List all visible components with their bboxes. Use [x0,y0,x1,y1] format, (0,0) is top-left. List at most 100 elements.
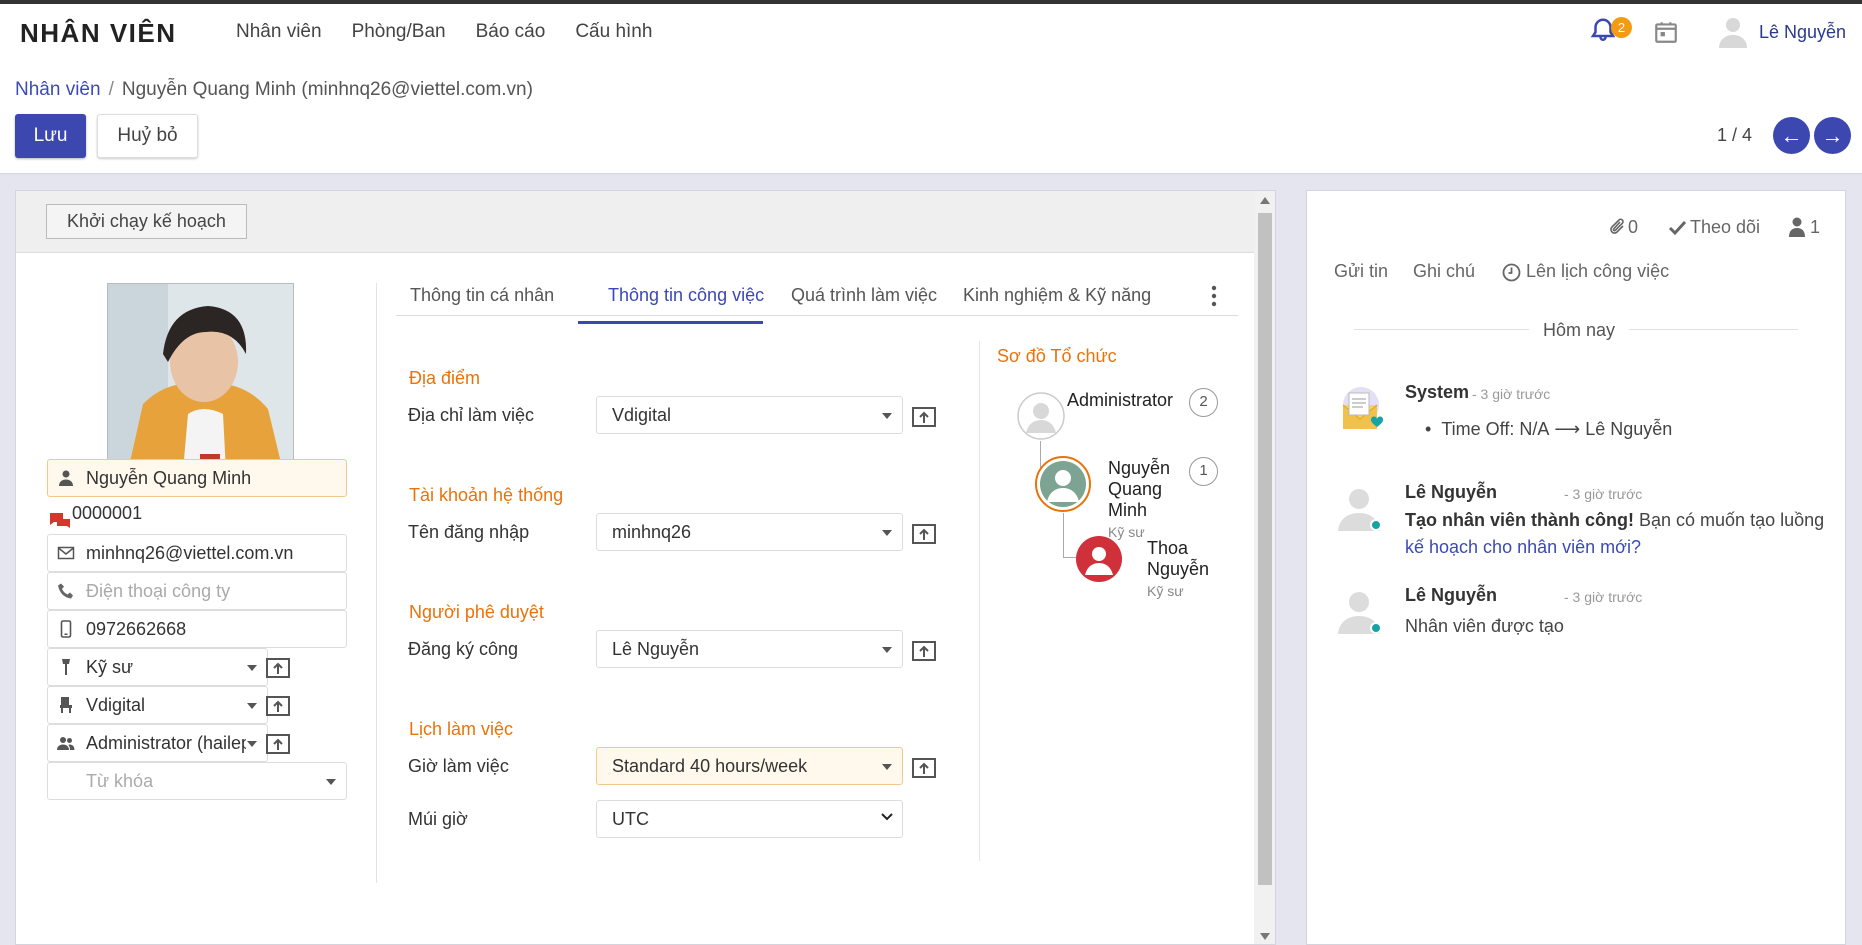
message-link[interactable]: kế hoạch cho nhân viên mới? [1405,537,1641,557]
more-vertical-icon[interactable] [1211,285,1217,307]
employee-department: Vdigital [86,695,146,715]
menu-reports[interactable]: Báo cáo [476,21,546,43]
employee-name-field[interactable]: Nguyễn Quang Minh [47,459,347,497]
follower-count[interactable]: 1 [1810,217,1820,238]
menu-employees[interactable]: Nhân viên [236,21,322,43]
tab-work-info[interactable]: Thông tin công việc [608,285,764,306]
org-subordinate-name[interactable]: Thoa Nguyễn [1147,538,1209,580]
message-time: - 3 giờ trước [1564,589,1643,605]
mobile-icon [60,620,72,638]
send-message-button[interactable]: Gửi tin [1334,261,1388,282]
employee-name: Nguyễn Quang Minh [86,468,252,488]
org-chart-title: Sơ đồ Tổ chức [997,346,1117,366]
working-hours-value: Standard 40 hours/week [612,756,808,776]
breadcrumb-current: Nguyễn Quang Minh (minhnq26@viettel.com.… [121,79,533,100]
org-subordinate-job: Kỹ sư [1147,583,1184,599]
department-select[interactable]: Vdigital [47,686,268,724]
user-avatar-icon[interactable] [1716,14,1750,48]
external-link-icon[interactable] [911,521,937,545]
external-link-icon[interactable] [265,731,291,755]
column-divider [376,283,377,883]
cancel-button[interactable]: Huỷ bỏ [97,114,198,158]
tags-select[interactable]: Từ khóa [47,762,347,800]
section-system-account: Tài khoản hệ thống [409,485,564,505]
menu-departments[interactable]: Phòng/Ban [352,21,446,43]
employee-photo[interactable] [107,283,294,470]
login-select[interactable]: minhnq26 [596,513,903,551]
message-author[interactable]: Lê Nguyễn [1405,585,1497,606]
working-hours-label: Giờ làm việc [408,756,509,776]
save-button[interactable]: Lưu [15,114,86,158]
pager-previous-button[interactable]: ← [1773,117,1810,154]
tab-skills[interactable]: Kinh nghiệm & Kỹ năng [963,285,1151,306]
message-author[interactable]: Lê Nguyễn [1405,482,1497,503]
email-field[interactable]: minhnq26@viettel.com.vn [47,534,347,572]
job-position-select[interactable]: Kỹ sư [47,648,268,686]
timezone-select[interactable]: UTC [596,800,903,838]
chevron-down-icon [882,647,892,653]
working-hours-select[interactable]: Standard 40 hours/week [596,747,903,785]
menu-configuration[interactable]: Cấu hình [575,21,652,43]
launch-plan-button[interactable]: Khởi chạy kế hoạch [46,204,247,239]
arrow-right-icon: → [1821,123,1844,148]
tags-placeholder: Từ khóa [86,771,154,791]
top-navbar: NHÂN VIÊN Nhân viên Phòng/Ban Báo cáo Cấ… [0,0,1862,62]
work-address-select[interactable]: Vdigital [596,396,903,434]
log-note-button[interactable]: Ghi chú [1413,261,1475,282]
work-address-value: Vdigital [612,405,672,425]
tracking-value: • Time Off: N/A ⟶ Lê Nguyễn [1425,419,1673,439]
work-phone-field[interactable]: Điện thoại công ty [47,572,347,610]
schedule-activity-button[interactable]: Lên lịch công việc [1526,261,1669,282]
org-self-name[interactable]: Nguyễn Quang Minh [1108,458,1170,521]
attachment-count[interactable]: 0 [1628,217,1638,238]
external-link-icon[interactable] [265,655,291,679]
message-author[interactable]: System [1405,382,1469,403]
follow-button[interactable]: Theo dõi [1690,217,1760,238]
message-time: - 3 giờ trước [1564,486,1643,502]
mobile-phone-field[interactable]: 0972662668 [47,610,347,648]
self-avatar[interactable] [1034,455,1092,513]
calendar-icon[interactable] [1653,19,1679,45]
message-time: - 3 giờ trước [1472,386,1551,402]
tab-personal-info[interactable]: Thông tin cá nhân [410,285,554,306]
date-separator-label: Hôm nay [1529,320,1629,341]
org-connector [1063,513,1064,557]
tab-work-history[interactable]: Quá trình làm việc [791,285,937,306]
subordinate-avatar[interactable] [1075,535,1123,583]
login-value: minhnq26 [612,522,692,542]
system-envelope-icon [1342,387,1383,429]
paperclip-icon[interactable] [1609,217,1627,237]
user-icon [59,470,73,486]
scroll-down-icon[interactable] [1260,933,1270,940]
attendance-select[interactable]: Lê Nguyễn [596,630,903,668]
scroll-up-icon[interactable] [1260,197,1270,204]
breadcrumb: Nhân viên / Nguyễn Quang Minh (minhnq26@vi… [15,79,533,101]
section-work-schedule: Lịch làm việc [409,719,514,739]
manager-select[interactable]: Administrator (haileptit@ [47,724,268,762]
external-link-icon[interactable] [911,404,937,428]
section-location: Địa điểm [409,368,481,388]
breadcrumb-parent[interactable]: Nhân viên [15,79,101,100]
chevron-down-icon [881,813,893,821]
chevron-down-icon [247,741,257,747]
external-link-icon[interactable] [265,693,291,717]
org-self-count[interactable]: 1 [1189,457,1218,486]
chat-icon[interactable] [48,511,72,531]
external-link-icon[interactable] [911,638,937,662]
app-brand[interactable]: NHÂN VIÊN [20,18,177,49]
org-manager-name[interactable]: Administrator [1067,390,1173,411]
scrollbar-thumb[interactable] [1258,213,1272,885]
attendance-label: Đăng ký công [408,639,519,659]
form-scrollbar[interactable] [1254,191,1275,944]
chevron-down-icon [326,779,336,785]
check-icon [1668,220,1687,236]
timezone-value: UTC [612,809,649,829]
org-chart-divider [979,341,980,861]
pager-next-button[interactable]: → [1814,117,1851,154]
org-manager-count[interactable]: 2 [1189,388,1218,417]
external-link-icon[interactable] [911,755,937,779]
chevron-down-icon [882,413,892,419]
user-menu[interactable]: Lê Nguyễn [1759,22,1846,43]
manager-avatar[interactable] [1016,391,1066,441]
main-menu: Nhân viên Phòng/Ban Báo cáo Cấu hình [236,21,652,43]
